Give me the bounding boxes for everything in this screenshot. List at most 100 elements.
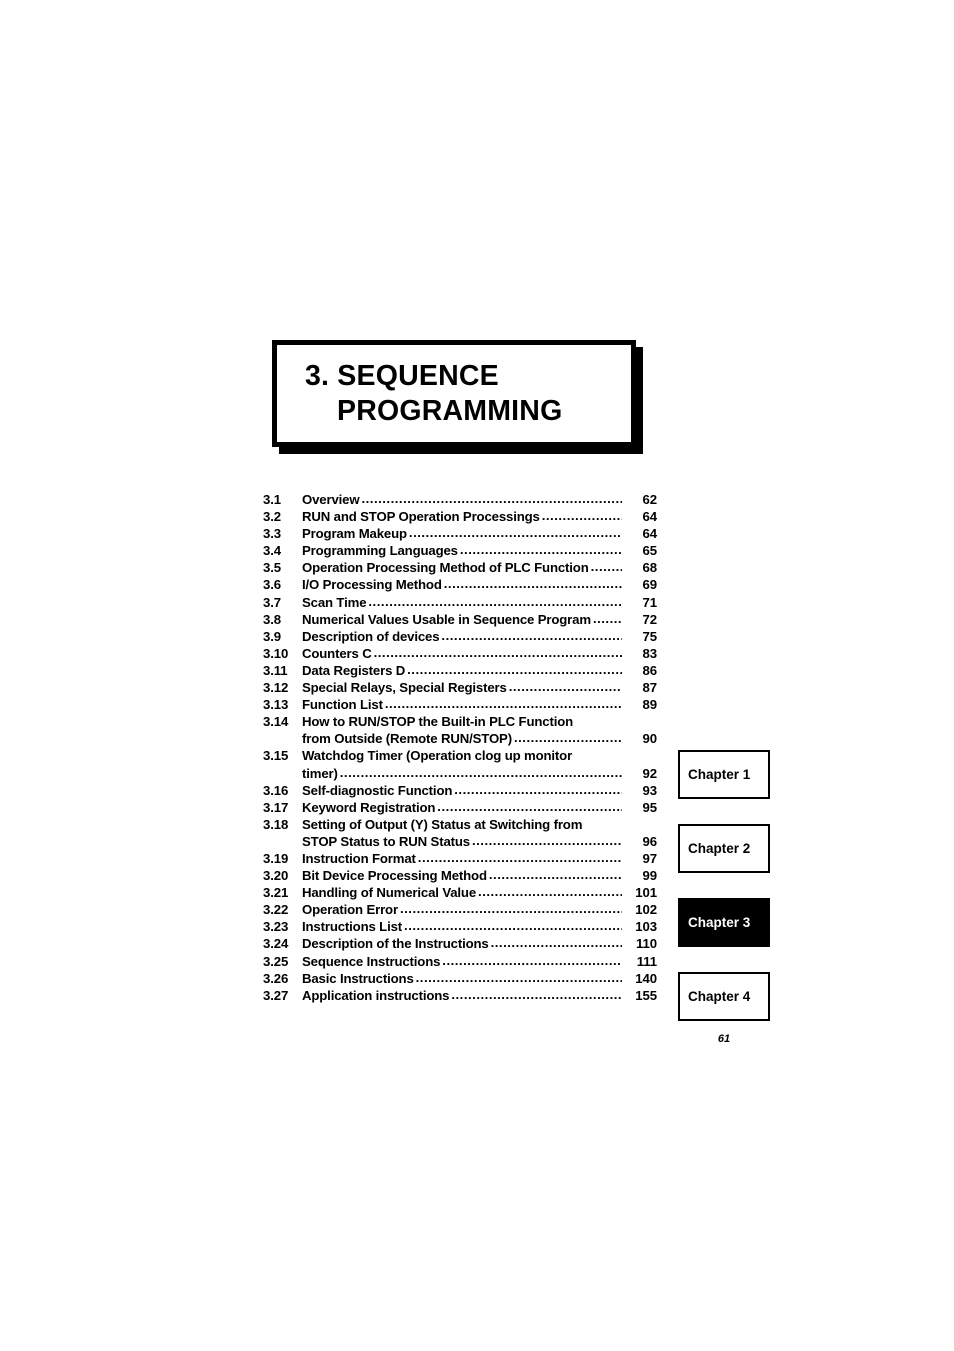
chapter-title-text: 3. SEQUENCE PROGRAMMING: [277, 345, 631, 442]
toc-dot-leader: [437, 798, 622, 815]
toc-entry[interactable]: 3.8 Numerical Values Usable in Sequence P…: [263, 611, 657, 628]
toc-entry-number: 3.15: [263, 748, 289, 764]
toc-entry[interactable]: 3.13 Function List 89: [263, 696, 657, 713]
toc-entry-line-continued: from Outside (Remote RUN/STOP) 90: [263, 730, 657, 747]
toc-entry[interactable]: 3.5 Operation Processing Method of PLC Fu…: [263, 559, 657, 576]
toc-entry-line: 3.25 Sequence Instructions 111: [263, 953, 657, 970]
toc-entry-number: 3.14: [263, 714, 289, 730]
toc-entry-page: 103: [635, 919, 657, 935]
toc-entry-label: Scan Time: [302, 594, 367, 610]
toc-entry[interactable]: 3.17 Keyword Registration 95: [263, 799, 657, 816]
toc-entry-line: 3.7 Scan Time 71: [263, 594, 657, 611]
toc-entry-label-continued: from Outside (Remote RUN/STOP): [302, 731, 512, 747]
toc-dot-leader: [418, 849, 622, 866]
toc-entry-line: 3.17 Keyword Registration 95: [263, 799, 657, 816]
toc-entry[interactable]: 3.7 Scan Time 71: [263, 594, 657, 611]
toc-entry-label: Instructions List: [302, 919, 403, 935]
toc-entry[interactable]: 3.9 Description of devices 75: [263, 628, 657, 645]
toc-entry[interactable]: 3.23 Instructions List 103: [263, 918, 657, 935]
chapter-title-line-2: PROGRAMMING: [337, 394, 563, 427]
toc-entry-page: 140: [635, 970, 657, 986]
toc-entry-line: 3.19 Instruction Format 97: [263, 850, 657, 867]
toc-entry-line: 3.16 Self-diagnostic Function 93: [263, 782, 657, 799]
toc-entry-label: Handling of Numerical Value: [302, 885, 477, 901]
toc-entry[interactable]: 3.14 How to RUN/STOP the Built-in PLC Fun…: [263, 713, 657, 747]
toc-entry[interactable]: 3.16 Self-diagnostic Function 93: [263, 782, 657, 799]
toc-entry-number: 3.13: [263, 697, 289, 713]
toc-entry[interactable]: 3.15 Watchdog Timer (Operation clog up mo…: [263, 747, 657, 781]
toc-entry-label: Description of devices: [302, 628, 440, 644]
toc-entry-page: 68: [642, 560, 658, 576]
toc-entry-label: I/O Processing Method: [302, 577, 442, 593]
toc-dot-leader: [454, 781, 622, 798]
toc-entry-line: 3.24 Description of the Instructions 110: [263, 935, 657, 952]
toc-dot-leader: [593, 610, 622, 627]
toc-dot-leader: [489, 866, 622, 883]
toc-entry[interactable]: 3.1 Overview 62: [263, 491, 657, 508]
toc-entry-label: Operation Processing Method of PLC Funct…: [302, 560, 589, 576]
toc-entry-label: Bit Device Processing Method: [302, 868, 487, 884]
toc-entry[interactable]: 3.10 Counters C 83: [263, 645, 657, 662]
chapter-tab-label: Chapter 2: [688, 841, 751, 856]
toc-dot-leader: [591, 558, 622, 575]
toc-entry-number: 3.25: [263, 953, 289, 969]
toc-entry[interactable]: 3.21 Handling of Numerical Value 101: [263, 884, 657, 901]
toc-entry-label: Programming Languages: [302, 543, 458, 559]
toc-entry-number: 3.22: [263, 902, 289, 918]
toc-entry-page: 86: [642, 662, 658, 678]
toc-entry-number: 3.11: [263, 662, 288, 678]
toc-entry-line: 3.26 Basic Instructions 140: [263, 970, 657, 987]
toc-entry[interactable]: 3.3 Program Makeup 64: [263, 525, 657, 542]
toc-entry-number: 3.19: [263, 850, 289, 866]
toc-entry[interactable]: 3.25 Sequence Instructions 111: [263, 953, 657, 970]
toc-entry-label: Keyword Registration: [302, 799, 436, 815]
toc-entry[interactable]: 3.24 Description of the Instructions 110: [263, 935, 657, 952]
toc-entry-line: 3.20 Bit Device Processing Method 99: [263, 867, 657, 884]
toc-entry[interactable]: 3.2 RUN and STOP Operation Processings 64: [263, 508, 657, 525]
chapter-tab-4[interactable]: Chapter 4: [678, 972, 770, 1021]
toc-dot-leader: [407, 661, 622, 678]
toc-entry-line: 3.27 Application instructions 155: [263, 987, 657, 1004]
toc-entry[interactable]: 3.4 Programming Languages 65: [263, 542, 657, 559]
toc-entry-page: 69: [642, 577, 658, 593]
toc-entry-line: 3.14 How to RUN/STOP the Built-in PLC Fun…: [263, 713, 657, 730]
toc-entry-number: 3.27: [263, 987, 289, 1003]
toc-entry-line: 3.5 Operation Processing Method of PLC Fu…: [263, 559, 657, 576]
toc-entry-line: 3.3 Program Makeup 64: [263, 525, 657, 542]
toc-entry-page: 89: [642, 697, 658, 713]
toc-entry[interactable]: 3.26 Basic Instructions 140: [263, 970, 657, 987]
toc-entry-line: 3.1 Overview 62: [263, 491, 657, 508]
toc-entry-label: Counters C: [302, 645, 372, 661]
toc-entry-page: 90: [642, 731, 658, 747]
toc-entry-label: Data Registers D: [302, 662, 406, 678]
chapter-tab-1[interactable]: Chapter 1: [678, 750, 770, 799]
toc-entry-label-continued: timer): [302, 765, 338, 781]
toc-entry-line: 3.9 Description of devices 75: [263, 628, 657, 645]
page-number: 61: [717, 1033, 731, 1045]
toc-entry[interactable]: 3.19 Instruction Format 97: [263, 850, 657, 867]
toc-entry-page: 87: [642, 680, 658, 696]
toc-entry-label: Sequence Instructions: [302, 953, 441, 969]
toc-entry-label: Program Makeup: [302, 526, 407, 542]
toc-entry[interactable]: 3.27 Application instructions 155: [263, 987, 657, 1004]
toc-dot-leader: [374, 644, 622, 661]
toc-entry[interactable]: 3.18 Setting of Output (Y) Status at Swit…: [263, 816, 657, 850]
chapter-tab-3[interactable]: Chapter 3: [678, 898, 770, 947]
toc-entry-number: 3.20: [263, 868, 289, 884]
toc-entry-label: Self-diagnostic Function: [302, 782, 453, 798]
toc-entry[interactable]: 3.12 Special Relays, Special Registers 87: [263, 679, 657, 696]
toc-entry-page: 93: [642, 782, 658, 798]
toc-entry[interactable]: 3.22 Operation Error 102: [263, 901, 657, 918]
chapter-tab-2[interactable]: Chapter 2: [678, 824, 770, 873]
toc-dot-leader: [460, 541, 622, 558]
toc-entry-page: 95: [642, 799, 658, 815]
toc-dot-leader: [385, 695, 622, 712]
toc-entry[interactable]: 3.20 Bit Device Processing Method 99: [263, 867, 657, 884]
toc-entry-number: 3.12: [263, 680, 289, 696]
toc-entry-line: 3.6 I/O Processing Method 69: [263, 576, 657, 593]
toc-entry-page: 102: [635, 902, 657, 918]
toc-entry-number: 3.3: [263, 526, 282, 542]
toc-entry[interactable]: 3.11 Data Registers D 86: [263, 662, 657, 679]
toc-entry[interactable]: 3.6 I/O Processing Method 69: [263, 576, 657, 593]
toc-entry-page: 64: [642, 526, 658, 542]
